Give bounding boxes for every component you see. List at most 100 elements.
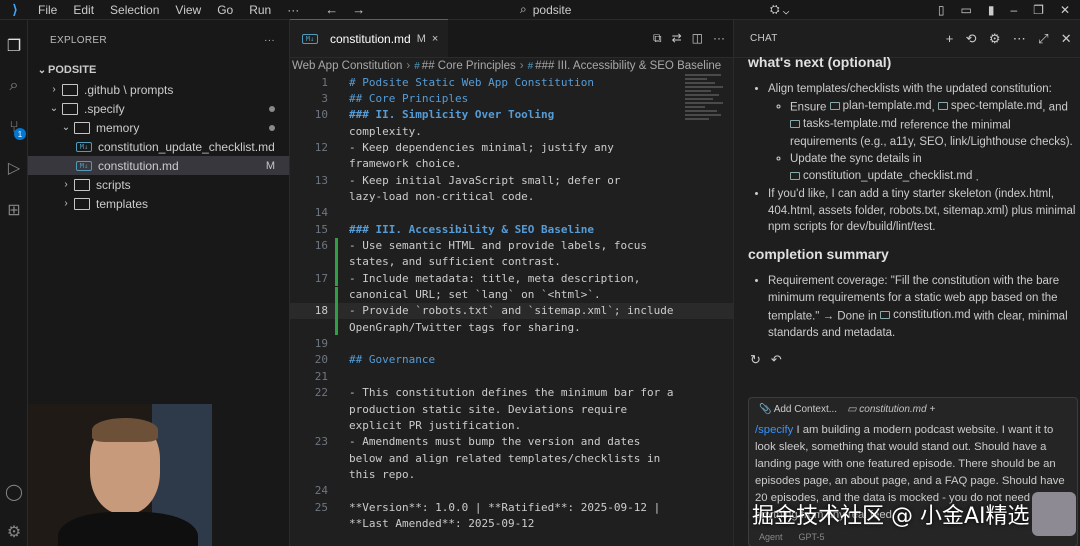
code-line[interactable]: 12 - Keep dependencies minimal; justify a… (290, 139, 733, 155)
open-preview-icon[interactable]: ⧉ (653, 31, 662, 46)
code-line[interactable]: **Last Amended**: 2025-09-12 (290, 515, 733, 531)
tree-item-memory[interactable]: ⌄ memory (28, 118, 289, 137)
compare-icon[interactable]: ⇄ (672, 31, 682, 46)
line-number: 25 (314, 500, 328, 514)
toggle-sidebar-icon[interactable]: ▯ (938, 3, 945, 17)
restore-icon[interactable]: ❐ (1033, 3, 1044, 17)
code-line[interactable]: 23 - Amendments must bump the version and… (290, 434, 733, 450)
line-number: 12 (314, 140, 328, 154)
breadcrumb-item[interactable]: Web App Constitution (292, 60, 402, 72)
code-line[interactable]: 25 **Version**: 1.0.0 | **Ratified**: 202… (290, 499, 733, 515)
code-line[interactable]: 13 - Keep initial JavaScript small; defer… (290, 172, 733, 188)
code-line[interactable]: states, and sufficient contrast. (290, 253, 733, 270)
chat-response: what's next (optional) Align templates/c… (748, 54, 1078, 368)
code-line[interactable]: 22 - This constitution defines the minimu… (290, 385, 733, 401)
menu-view[interactable]: View (167, 0, 209, 20)
code-line[interactable]: complexity. (290, 123, 733, 139)
minimap[interactable] (685, 74, 725, 164)
settings-icon[interactable]: ⚙ (989, 31, 1001, 47)
new-chat-icon[interactable]: + (946, 31, 954, 47)
list-item: Ensure plan-template.md, spec-template.m… (790, 98, 1078, 151)
run-debug-icon[interactable]: ▷ (2, 156, 26, 180)
tree-item-templates[interactable]: › templates (28, 194, 289, 213)
code-line[interactable]: canonical URL; set `lang` on `<html>`. (290, 286, 733, 303)
breadcrumb-item[interactable]: ## Core Principles (422, 60, 516, 72)
code-line[interactable]: 14 (290, 205, 733, 221)
code-line[interactable]: 3 ## Core Principles (290, 90, 733, 106)
settings-gear-icon[interactable]: ⚙ (2, 520, 26, 544)
markdown-file-icon (790, 171, 800, 180)
mode-picker[interactable]: Agent (759, 532, 783, 542)
menu-edit[interactable]: Edit (65, 0, 102, 20)
split-editor-icon[interactable]: ◫ (692, 31, 703, 46)
more-icon[interactable]: ⋯ (1013, 31, 1026, 47)
toggle-panel-icon[interactable]: ▭ (961, 3, 972, 17)
tab-close-icon[interactable]: × (432, 33, 438, 45)
context-file-chip[interactable]: ▭ constitution.md + (847, 404, 935, 415)
command-center[interactable]: ⌕ podsite (520, 2, 571, 17)
toggle-secondary-sidebar-icon[interactable]: ▮ (988, 3, 995, 17)
file-reference[interactable]: plan-template.md (829, 98, 932, 115)
file-reference[interactable]: constitution.md (880, 307, 970, 324)
menu-run[interactable]: Run (241, 0, 279, 20)
code-line[interactable]: 10 ### II. Simplicity Over Tooling (290, 107, 733, 123)
tree-item-specify[interactable]: ⌄ .specify (28, 99, 289, 118)
back-arrow-icon[interactable]: ← (325, 2, 338, 17)
markdown-file-icon (937, 101, 948, 110)
retry-icon[interactable]: ↻ (750, 352, 761, 369)
code-line[interactable]: OpenGraph/Twitter tags for sharing. (290, 319, 733, 336)
code-line[interactable]: production static site. Deviations requi… (290, 401, 733, 417)
tree-item-github-prompts[interactable]: › .github \ prompts (28, 80, 289, 99)
code-line[interactable]: 19 (290, 336, 733, 352)
tree-item-constitution[interactable]: M↓ constitution.md M (28, 156, 289, 175)
code-line[interactable]: framework choice. (290, 156, 733, 172)
tree-item-scripts[interactable]: › scripts (28, 175, 289, 194)
tab-constitution[interactable]: M↓ constitution.md M × (290, 19, 449, 57)
tree-item-constitution-update-checklist[interactable]: M↓ constitution_update_checklist.md (28, 137, 289, 156)
file-reference[interactable]: tasks-template.md (790, 116, 897, 133)
copilot-icon[interactable]: ⛭ ⌄ (770, 2, 789, 17)
more-actions-icon[interactable]: ··· (713, 31, 725, 46)
code-line[interactable]: lazy-load non-critical code. (290, 188, 733, 204)
markdown-file-icon (829, 101, 840, 110)
close-panel-icon[interactable]: ✕ (1061, 31, 1072, 47)
extensions-icon[interactable]: ⊞ (2, 198, 26, 222)
file-reference[interactable]: constitution_update_checklist.md (790, 168, 972, 185)
code-line[interactable]: 17 - Include metadata: title, meta descri… (290, 270, 733, 287)
source-control-icon[interactable]: ⑂ 1 (2, 116, 26, 140)
explorer-more-icon[interactable]: ··· (264, 35, 275, 46)
close-window-icon[interactable]: ✕ (1060, 3, 1070, 17)
menu-more[interactable]: ··· (279, 0, 307, 20)
watermark-avatar (1032, 492, 1076, 536)
model-picker[interactable]: GPT-5 (799, 532, 825, 542)
account-icon[interactable]: ◯ (2, 480, 26, 504)
code-line[interactable]: 24 (290, 483, 733, 499)
add-context-button[interactable]: 📎 Add Context... (759, 404, 837, 415)
gutter-change-marker (335, 270, 338, 287)
code-line[interactable]: 1 # Podsite Static Web App Constitution (290, 74, 733, 90)
code-line[interactable]: below and align related templates/checkl… (290, 450, 733, 466)
menu-go[interactable]: Go (209, 0, 241, 20)
code-line[interactable]: 21 (290, 368, 733, 384)
code-line[interactable]: 18 - Provide `robots.txt` and `sitemap.xm… (290, 302, 733, 319)
code-line[interactable]: 15 ### III. Accessibility & SEO Baseline (290, 221, 733, 237)
folder-icon (74, 197, 90, 210)
maximize-icon[interactable]: ⤢ (1038, 31, 1049, 47)
file-reference[interactable]: spec-template.md (937, 98, 1042, 115)
minimize-icon[interactable]: – (1010, 3, 1017, 17)
explorer-icon[interactable]: ❐ (2, 34, 26, 58)
menu-file[interactable]: File (30, 0, 65, 20)
breadcrumb-item[interactable]: ### III. Accessibility & SEO Baseline (535, 60, 721, 72)
history-icon[interactable]: ⟲ (966, 31, 977, 47)
chevron-down-icon: ⌄ (49, 103, 59, 114)
code-line[interactable]: this repo. (290, 466, 733, 482)
code-line[interactable]: 20 ## Governance (290, 352, 733, 368)
menu-selection[interactable]: Selection (102, 0, 167, 20)
workspace-root[interactable]: ⌄ PODSITE (28, 60, 289, 80)
undo-icon[interactable]: ↶ (771, 352, 782, 369)
code-line[interactable]: 16 - Use semantic HTML and provide labels… (290, 237, 733, 254)
forward-arrow-icon[interactable]: → (352, 2, 365, 17)
search-view-icon[interactable]: ⌕ (2, 74, 26, 98)
code-text: lazy-load non-critical code. (349, 189, 535, 203)
code-line[interactable]: explicit PR justification. (290, 417, 733, 433)
